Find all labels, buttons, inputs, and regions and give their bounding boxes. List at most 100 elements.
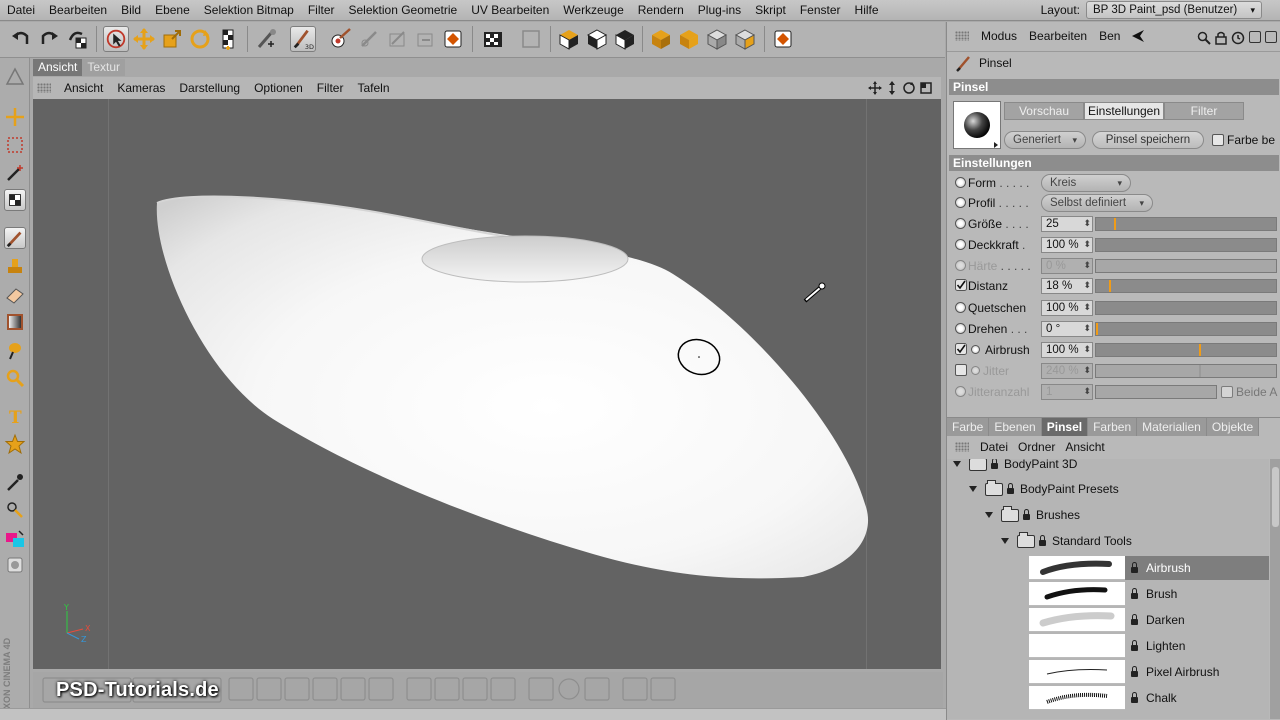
projection-paint-icon[interactable]	[328, 26, 354, 52]
viewport-menu-kameras[interactable]: Kameras	[110, 81, 172, 95]
paint-mode-edges-icon[interactable]	[584, 26, 610, 52]
expand-triangle-icon[interactable]	[1001, 538, 1009, 544]
rotate-icon[interactable]	[187, 26, 213, 52]
menu-bild[interactable]: Bild	[114, 3, 148, 17]
param-profil-radio[interactable]	[955, 197, 966, 208]
color-picker-icon[interactable]	[4, 499, 26, 521]
expand-triangle-icon[interactable]	[969, 486, 977, 492]
3d-model-surface[interactable]	[33, 99, 941, 669]
zoom-view-icon[interactable]	[885, 81, 899, 95]
tab-textur[interactable]: Textur	[82, 59, 126, 76]
menu-datei[interactable]: Datei	[0, 3, 42, 17]
history-icon[interactable]	[1231, 31, 1245, 45]
menu-skript[interactable]: Skript	[748, 3, 793, 17]
rotate-view-nav-icon[interactable]	[902, 81, 916, 95]
brush-item-lighten[interactable]: Lighten	[1029, 634, 1269, 658]
rotate-view-icon[interactable]	[64, 26, 90, 52]
folder-bodypaint-3d[interactable]: BodyPaint 3D	[953, 459, 1077, 475]
maximize-view-icon[interactable]	[919, 81, 933, 95]
distanz-input[interactable]: 18 %	[1041, 278, 1093, 294]
folder-standard-tools[interactable]: Standard Tools	[1001, 530, 1132, 552]
tab-ebenen[interactable]: Ebenen	[989, 418, 1042, 436]
deckkraft-input[interactable]: 100 %	[1041, 237, 1093, 253]
grip-handle[interactable]	[955, 31, 969, 41]
form-dropdown[interactable]: Kreis ▾	[1041, 174, 1131, 192]
tab-ansicht[interactable]: Ansicht	[33, 59, 83, 76]
attr-menu-bearbeiten[interactable]: Bearbeiten	[1023, 29, 1093, 43]
airbrush-slider-marker[interactable]	[1199, 344, 1201, 356]
brush-item-pixel-airbrush[interactable]: Pixel Airbrush	[1029, 660, 1269, 684]
param-drehen-radio[interactable]	[955, 323, 966, 334]
move-tool-icon[interactable]	[4, 106, 26, 128]
rectangle-selection-icon[interactable]	[4, 134, 26, 156]
save-brush-button[interactable]: Pinsel speichern	[1092, 131, 1204, 149]
paint-tool-disabled-1-icon[interactable]	[356, 26, 382, 52]
distanz-checkbox[interactable]	[955, 279, 967, 291]
browser-menu-ansicht[interactable]: Ansicht	[1060, 440, 1109, 454]
paint-tool-disabled-3-icon[interactable]	[412, 26, 438, 52]
jitter-input[interactable]: 240 %	[1041, 363, 1093, 379]
tab-farbe[interactable]: Farbe	[947, 418, 990, 436]
quick-mask-icon[interactable]	[4, 554, 26, 576]
jitter-slider-marker[interactable]	[1199, 365, 1201, 377]
quetschen-slider[interactable]	[1095, 301, 1277, 315]
generated-dropdown[interactable]: Generiert ▾	[1004, 131, 1086, 149]
brush-item-chalk[interactable]: Chalk	[1029, 686, 1269, 710]
magnifier-icon[interactable]	[4, 367, 26, 389]
haerte-input[interactable]: 0 %	[1041, 258, 1093, 274]
drehen-slider-handle[interactable]	[1096, 323, 1098, 335]
folder-brushes[interactable]: Brushes	[985, 504, 1080, 526]
eyedropper-icon[interactable]	[4, 471, 26, 493]
back-arrow-icon[interactable]	[1130, 29, 1146, 43]
gradient-icon[interactable]	[4, 311, 26, 333]
param-airbrush-radio[interactable]	[971, 345, 980, 354]
viewport-menu-filter[interactable]: Filter	[310, 81, 351, 95]
paint-3d-mode-icon[interactable]: 3D	[290, 26, 316, 52]
lock-icon[interactable]	[1215, 31, 1227, 45]
jitteranzahl-slider[interactable]	[1095, 385, 1217, 399]
jitteranzahl-input[interactable]: 1	[1041, 384, 1093, 400]
uv-settings-icon[interactable]	[770, 26, 796, 52]
drehen-slider[interactable]	[1095, 322, 1277, 336]
paint-tool-disabled-2-icon[interactable]	[384, 26, 410, 52]
paint-mode-polygons-icon[interactable]	[612, 26, 638, 52]
airbrush-input[interactable]: 100 %	[1041, 342, 1093, 358]
tab-einstellungen[interactable]: Einstellungen	[1084, 102, 1164, 120]
param-haerte-radio[interactable]	[955, 260, 966, 271]
folder-bodypaint-presets[interactable]: BodyPaint Presets	[969, 478, 1119, 500]
menu-rendern[interactable]: Rendern	[631, 3, 691, 17]
undo-icon[interactable]	[8, 26, 34, 52]
browser-menu-ordner[interactable]: Ordner	[1013, 440, 1060, 454]
pan-view-icon[interactable]	[868, 81, 882, 95]
redo-icon[interactable]	[36, 26, 62, 52]
airbrush-checkbox[interactable]	[955, 343, 967, 355]
browser-scrollbar[interactable]	[1270, 459, 1280, 719]
brush-tool-icon[interactable]	[4, 227, 26, 249]
menu-uv-bearbeiten[interactable]: UV Bearbeiten	[464, 3, 556, 17]
brush-item-airbrush[interactable]: Airbrush	[1029, 556, 1269, 580]
attr-menu-modus[interactable]: Modus	[975, 29, 1023, 43]
brush-item-brush[interactable]: Brush	[1029, 582, 1269, 606]
brush-item-darken[interactable]: Darken	[1029, 608, 1269, 632]
maximize-icon[interactable]	[1265, 31, 1277, 43]
search-icon[interactable]	[1197, 31, 1211, 45]
menu-fenster[interactable]: Fenster	[793, 3, 848, 17]
texture-axis-icon[interactable]	[215, 26, 241, 52]
texture-settings-icon[interactable]	[440, 26, 466, 52]
clone-stamp-icon[interactable]	[4, 256, 26, 278]
viewport-menu-tafeln[interactable]: Tafeln	[350, 81, 396, 95]
haerte-slider[interactable]	[1095, 259, 1277, 273]
tab-pinsel[interactable]: Pinsel	[1041, 418, 1089, 436]
menu-werkzeuge[interactable]: Werkzeuge	[556, 3, 630, 17]
paint-mode-points-icon[interactable]	[556, 26, 582, 52]
object-mode-icon[interactable]	[648, 26, 674, 52]
jitter-checkbox[interactable]	[955, 364, 967, 376]
tab-vorschau[interactable]: Vorschau	[1004, 102, 1084, 120]
expand-triangle-icon[interactable]	[953, 461, 961, 467]
magic-wand-icon[interactable]	[4, 162, 26, 184]
param-quetschen-radio[interactable]	[955, 302, 966, 313]
shape-star-icon[interactable]	[4, 433, 26, 455]
eraser-icon[interactable]	[4, 284, 26, 306]
fill-bucket-icon[interactable]	[4, 339, 26, 361]
grip-handle[interactable]	[37, 83, 51, 93]
